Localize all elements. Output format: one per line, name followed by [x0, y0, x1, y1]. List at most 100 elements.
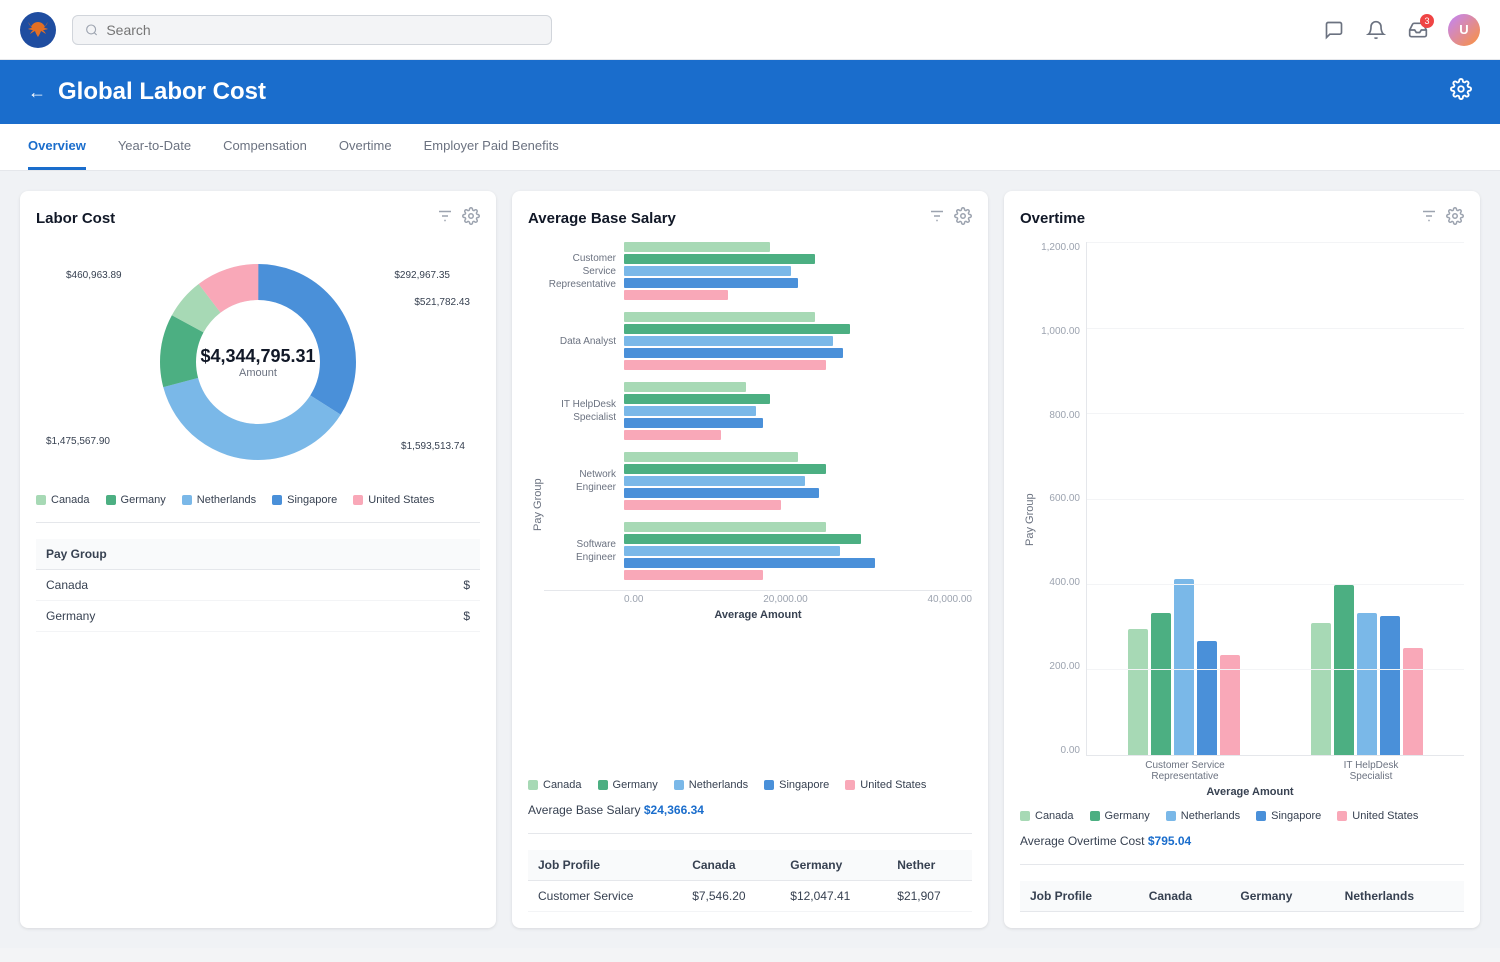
tab-compensation[interactable]: Compensation — [223, 124, 307, 170]
hbar — [624, 348, 843, 358]
donut-chart: $4,344,795.31 Amount $292,967.35 $521,78… — [36, 242, 480, 482]
vbar-chart-inner: 0.00 200.00 400.00 600.00 800.00 1,000.0… — [1036, 242, 1464, 798]
segment-label-nl: $1,593,513.74 — [401, 441, 465, 452]
hbar — [624, 522, 826, 532]
grid-line — [1087, 669, 1464, 670]
legend-us: United States — [353, 494, 434, 506]
th-job-profile-ot: Job Profile — [1020, 881, 1139, 912]
vbar — [1380, 616, 1400, 755]
dot — [598, 780, 608, 790]
segment-label-canada: $292,967.35 — [394, 270, 450, 281]
dot — [1337, 811, 1347, 821]
vbar-x-labels: Customer ServiceRepresentative IT HelpDe… — [1036, 756, 1464, 782]
tab-overview[interactable]: Overview — [28, 124, 86, 170]
settings-icon-salary[interactable] — [954, 207, 972, 230]
filter-icon-salary[interactable] — [928, 207, 946, 230]
td-cs[interactable]: Customer Service — [528, 881, 682, 912]
legend-singapore: Singapore — [272, 494, 337, 506]
user-avatar[interactable]: U — [1448, 14, 1480, 46]
th-value — [370, 539, 480, 570]
settings-icon[interactable] — [1450, 78, 1472, 106]
vbar — [1311, 623, 1331, 755]
search-bar[interactable] — [72, 15, 552, 45]
hbar-chart-inner: Customer ServiceRepresentative Data Anal… — [544, 242, 972, 767]
td-germany[interactable]: Germany — [36, 601, 370, 632]
filter-icon[interactable] — [436, 207, 454, 230]
td-cs-canada: $7,546.20 — [682, 881, 780, 912]
dot — [845, 780, 855, 790]
dot — [1256, 811, 1266, 821]
overtime-header: Overtime — [1020, 207, 1464, 230]
td-canada[interactable]: Canada — [36, 570, 370, 601]
y-axis-labels: 0.00 200.00 400.00 600.00 800.00 1,000.0… — [1036, 242, 1086, 756]
hbar — [624, 406, 756, 416]
dot — [528, 780, 538, 790]
nav-icons: 3 U — [1322, 14, 1480, 46]
settings-icon-card[interactable] — [462, 207, 480, 230]
tab-year-to-date[interactable]: Year-to-Date — [118, 124, 191, 170]
divider — [36, 522, 480, 523]
legend-canada: Canada — [36, 494, 90, 506]
td-cs-germany: $12,047.41 — [780, 881, 887, 912]
vbar — [1174, 579, 1194, 755]
back-button[interactable]: ← — [28, 82, 46, 103]
dot — [1166, 811, 1176, 821]
table-row: Germany $ — [36, 601, 480, 632]
th-nether: Nether — [887, 850, 972, 881]
salary-table: Job Profile Canada Germany Nether Custom… — [528, 850, 972, 912]
th-job-profile: Job Profile — [528, 850, 682, 881]
inbox-icon[interactable]: 3 — [1406, 18, 1430, 42]
legend-overtime: Canada Germany Netherlands Singapore Uni… — [1020, 810, 1464, 822]
hbar — [624, 324, 850, 334]
workday-logo — [20, 12, 56, 48]
tabs-bar: Overview Year-to-Date Compensation Overt… — [0, 124, 1500, 171]
legend-germany: Germany — [106, 494, 166, 506]
divider3 — [1020, 864, 1464, 865]
th-nether-ot: Netherlands — [1335, 881, 1464, 912]
tab-employer-paid-benefits[interactable]: Employer Paid Benefits — [424, 124, 559, 170]
tab-overtime[interactable]: Overtime — [339, 124, 392, 170]
vbar-plot-container: 0.00 200.00 400.00 600.00 800.00 1,000.0… — [1036, 242, 1464, 756]
hbar — [624, 546, 840, 556]
x-axis-title-overtime: Average Amount — [1036, 782, 1464, 798]
vbar-plot — [1086, 242, 1464, 756]
avg-salary-header: Average Base Salary — [528, 207, 972, 230]
grid-line — [1087, 413, 1464, 414]
overtime-icons — [1420, 207, 1464, 230]
filter-icon-overtime[interactable] — [1420, 207, 1438, 230]
divider2 — [528, 833, 972, 834]
avg-overtime-stat: Average Overtime Cost $795.04 — [1020, 834, 1464, 848]
hbar — [624, 382, 746, 392]
vbar-group-csr — [1107, 579, 1261, 755]
page-header: ← Global Labor Cost — [0, 60, 1500, 124]
chat-icon[interactable] — [1322, 18, 1346, 42]
dot — [1090, 811, 1100, 821]
vbar — [1151, 613, 1171, 755]
legend-netherlands: Netherlands — [182, 494, 256, 506]
grid-line — [1087, 242, 1464, 243]
search-input[interactable] — [106, 22, 539, 38]
overtime-card: Overtime Pay Group 0.00 200.00 — [1004, 191, 1480, 928]
hbar — [624, 464, 826, 474]
dot — [1020, 811, 1030, 821]
avg-base-salary-card: Average Base Salary Pay Group Customer S… — [512, 191, 988, 928]
vbar — [1128, 629, 1148, 755]
settings-icon-overtime[interactable] — [1446, 207, 1464, 230]
hbar-chart-container: Pay Group Customer ServiceRepresentative — [528, 242, 972, 767]
th-germany: Germany — [780, 850, 887, 881]
hbar — [624, 336, 833, 346]
avg-salary-stat: Average Base Salary $24,366.34 — [528, 803, 972, 817]
hbar — [624, 394, 770, 404]
bell-icon[interactable] — [1364, 18, 1388, 42]
legend-dot-us — [353, 495, 363, 505]
labor-cost-title: Labor Cost — [36, 210, 115, 227]
dot — [764, 780, 774, 790]
hbar — [624, 452, 798, 462]
legend-dot-germany — [106, 495, 116, 505]
vbar-chart-wrapper: Pay Group 0.00 200.00 400.00 600.00 800.… — [1020, 242, 1464, 798]
labor-cost-card: Labor Cost — [20, 191, 496, 928]
overtime-title: Overtime — [1020, 210, 1085, 227]
hbar — [624, 430, 721, 440]
avg-salary-icons — [928, 207, 972, 230]
segment-label-us: $1,475,567.90 — [46, 436, 110, 447]
